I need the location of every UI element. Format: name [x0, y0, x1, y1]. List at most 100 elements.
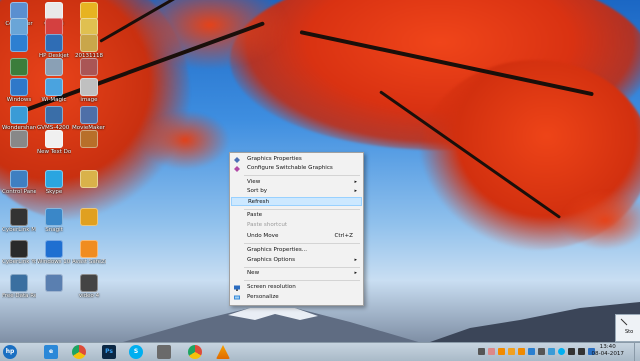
app-icon [10, 58, 28, 76]
menu-item-personalize[interactable]: Personalize [231, 293, 362, 302]
clock-date: 08-04-2017 [591, 351, 624, 357]
internet-explorer-icon[interactable]: e [44, 345, 58, 359]
app-icon [80, 130, 98, 148]
start-button[interactable]: hp [3, 345, 17, 359]
desktop-icon[interactable]: Windows 10 Upgrade [37, 240, 71, 266]
submenu-arrow-icon: ▸ [354, 188, 357, 194]
app-icon [80, 240, 98, 258]
desktop-context-menu: Graphics Properties Configure Switchable… [229, 152, 364, 306]
notification-popup[interactable]: Sto [615, 314, 640, 342]
app-icon [10, 130, 28, 148]
desktop-icon[interactable] [72, 58, 106, 77]
desktop-icon[interactable] [2, 130, 36, 149]
desktop-icon-label: video 4 [78, 293, 100, 299]
desktop-icon[interactable]: MovieMaker Shortcut [72, 106, 106, 132]
menu-item-view[interactable]: View ▸ [231, 178, 362, 187]
menu-item-graphics-properties-2[interactable]: Graphics Properties... [231, 246, 362, 255]
app-icon [10, 106, 28, 124]
desktop-icon[interactable] [72, 130, 106, 149]
far-hills [430, 302, 640, 342]
app-icon [45, 130, 63, 148]
menu-item-screen-resolution[interactable]: Screen resolution [231, 283, 362, 292]
desktop-icon[interactable]: Windows [2, 78, 36, 104]
desktop-icon[interactable] [37, 274, 71, 293]
desktop-icon[interactable] [72, 170, 106, 189]
app-icon [80, 106, 98, 124]
photoshop-icon[interactable]: Ps [102, 345, 116, 359]
personalize-icon [234, 295, 240, 300]
submenu-arrow-icon: ▸ [354, 270, 357, 276]
app-icon [80, 78, 98, 96]
menu-item-undo-move[interactable]: Undo Move Ctrl+Z [231, 232, 362, 241]
desktop-icon-label: Free Data Recovery [2, 293, 36, 299]
network-icon[interactable] [568, 348, 575, 355]
menu-item-paste[interactable]: Paste [231, 211, 362, 220]
tray-icon[interactable] [478, 348, 485, 355]
taskbar: hp e Ps S 13:40 08-04-2017 [0, 342, 640, 361]
desktop-icon[interactable]: CyberLink Media Suite [2, 208, 36, 234]
desktop-icon[interactable]: CyberLink YouCam [2, 240, 36, 266]
clock[interactable]: 13:40 08-04-2017 [591, 344, 624, 358]
menu-item-new[interactable]: New ▸ [231, 269, 362, 278]
desktop-icon-label: Skype [45, 189, 63, 195]
desktop-icon[interactable]: New Text Document [37, 130, 71, 156]
app-icon [45, 58, 63, 76]
tray-icon[interactable] [528, 348, 535, 355]
desktop-icon[interactable]: Snagit [37, 208, 71, 234]
microphone-icon[interactable] [157, 345, 171, 359]
tray-icon[interactable] [508, 348, 515, 355]
app-icon [45, 34, 63, 52]
tray-icon[interactable] [518, 348, 525, 355]
tray-icon[interactable] [498, 348, 505, 355]
graphics-icon [234, 157, 240, 163]
desktop-icon[interactable]: Free Data Recovery [2, 274, 36, 300]
tray-icon[interactable] [488, 348, 495, 355]
desktop-icon[interactable]: Wondershare Filmora [2, 106, 36, 132]
tray-icon[interactable] [548, 348, 555, 355]
desktop-icon[interactable]: HP Deskjet [37, 34, 71, 60]
desktop-icon-label: Windows [6, 97, 32, 103]
chrome-icon[interactable] [188, 345, 202, 359]
desktop-icon[interactable]: image [72, 78, 106, 104]
desktop-wallpaper[interactable]: ComputerGoogleHP Deskjet20131118WindowsW… [0, 0, 640, 342]
desktop-icon[interactable] [2, 34, 36, 53]
volume-icon[interactable] [578, 348, 585, 355]
desktop-icon[interactable] [72, 208, 106, 227]
submenu-arrow-icon: ▸ [354, 179, 357, 185]
menu-item-sort-by[interactable]: Sort by ▸ [231, 187, 362, 196]
desktop-icon[interactable]: GVMS-4200 Client [37, 106, 71, 132]
desktop-icon[interactable] [2, 58, 36, 77]
desktop-icon[interactable]: 20131118 [72, 34, 106, 60]
desktop-icon[interactable] [37, 58, 71, 77]
vlc-icon[interactable] [216, 345, 230, 359]
desktop-icon-label: CyberLink YouCam [2, 259, 36, 265]
menu-item-graphics-properties[interactable]: Graphics Properties [231, 155, 362, 164]
app-icon [80, 274, 98, 292]
menu-separator [244, 175, 360, 176]
app-icon [45, 274, 63, 292]
menu-item-configure-switchable-graphics[interactable]: Configure Switchable Graphics [231, 164, 362, 173]
app-icon [45, 170, 63, 188]
app-icon [10, 274, 28, 292]
skype-tray-icon[interactable] [558, 348, 565, 355]
tray-icon[interactable] [538, 348, 545, 355]
desktop-icon[interactable]: Wi-Magic [37, 78, 71, 104]
desktop-icon-label: Windows 10 Upgrade [37, 259, 71, 265]
app-icon [80, 170, 98, 188]
desktop-icon[interactable]: Avast SafeZone [72, 240, 106, 266]
desktop-icon[interactable]: video 4 [72, 274, 106, 300]
desktop-icon-label: image [80, 97, 98, 103]
clock-time: 13:40 [599, 344, 616, 350]
desktop-icon[interactable]: Control Panel [2, 170, 36, 196]
app-icon [10, 34, 28, 52]
show-desktop-button[interactable] [634, 343, 640, 361]
menu-item-refresh[interactable]: Refresh [231, 197, 362, 206]
desktop-icon[interactable]: Skype [37, 170, 71, 196]
chrome-icon[interactable] [72, 345, 86, 359]
app-icon [10, 208, 28, 226]
skype-icon[interactable]: S [129, 345, 143, 359]
tool-icon [620, 318, 628, 326]
menu-item-paste-shortcut: Paste shortcut [247, 222, 288, 228]
menu-item-graphics-options[interactable]: Graphics Options ▸ [231, 256, 362, 265]
app-icon [45, 240, 63, 258]
